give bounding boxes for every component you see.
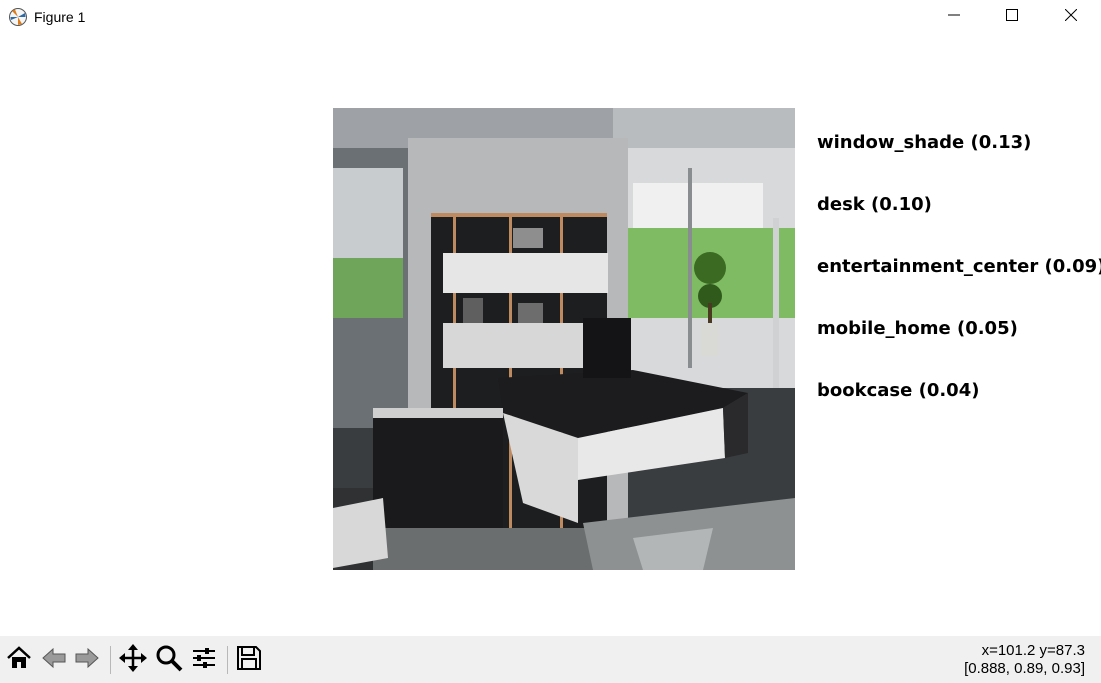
- configure-subplots-button[interactable]: [188, 644, 220, 676]
- minimize-button[interactable]: [925, 0, 983, 34]
- back-icon: [40, 644, 68, 677]
- forward-icon: [73, 644, 101, 677]
- zoom-icon: [155, 644, 183, 677]
- cursor-coordinates: x=101.2 y=87.3: [981, 642, 1085, 659]
- maximize-button[interactable]: [983, 0, 1041, 34]
- zoom-button[interactable]: [153, 644, 185, 676]
- window-titlebar: Figure 1: [0, 0, 1101, 34]
- forward-button[interactable]: [71, 644, 103, 676]
- home-icon: [5, 644, 33, 677]
- back-button[interactable]: [38, 644, 70, 676]
- prediction-label-5: bookcase (0.04): [817, 380, 980, 401]
- prediction-label-3: entertainment_center (0.09): [817, 256, 1101, 277]
- save-icon: [235, 644, 263, 677]
- close-icon: [1064, 8, 1078, 26]
- home-button[interactable]: [3, 644, 35, 676]
- prediction-label-1: window_shade (0.13): [817, 132, 1032, 153]
- office-photo: [333, 108, 795, 570]
- prediction-label-2: desk (0.10): [817, 194, 932, 215]
- matplotlib-icon: [8, 7, 28, 27]
- save-button[interactable]: [233, 644, 265, 676]
- cursor-status: x=101.2 y=87.3 [0.888, 0.89, 0.93]: [964, 642, 1085, 678]
- configure-subplots-icon: [190, 644, 218, 677]
- minimize-icon: [948, 8, 960, 26]
- pan-button[interactable]: [117, 643, 149, 678]
- toolbar-separator: [110, 646, 111, 674]
- toolbar-separator: [227, 646, 228, 674]
- navigation-toolbar: x=101.2 y=87.3 [0.888, 0.89, 0.93]: [0, 636, 1101, 683]
- pan-icon: [118, 643, 148, 678]
- figure-canvas[interactable]: window_shade (0.13) desk (0.10) entertai…: [0, 34, 1101, 636]
- prediction-label-4: mobile_home (0.05): [817, 318, 1018, 339]
- maximize-icon: [1006, 8, 1018, 26]
- close-button[interactable]: [1042, 0, 1100, 34]
- window-title: Figure 1: [34, 9, 86, 25]
- pixel-value: [0.888, 0.89, 0.93]: [964, 660, 1085, 677]
